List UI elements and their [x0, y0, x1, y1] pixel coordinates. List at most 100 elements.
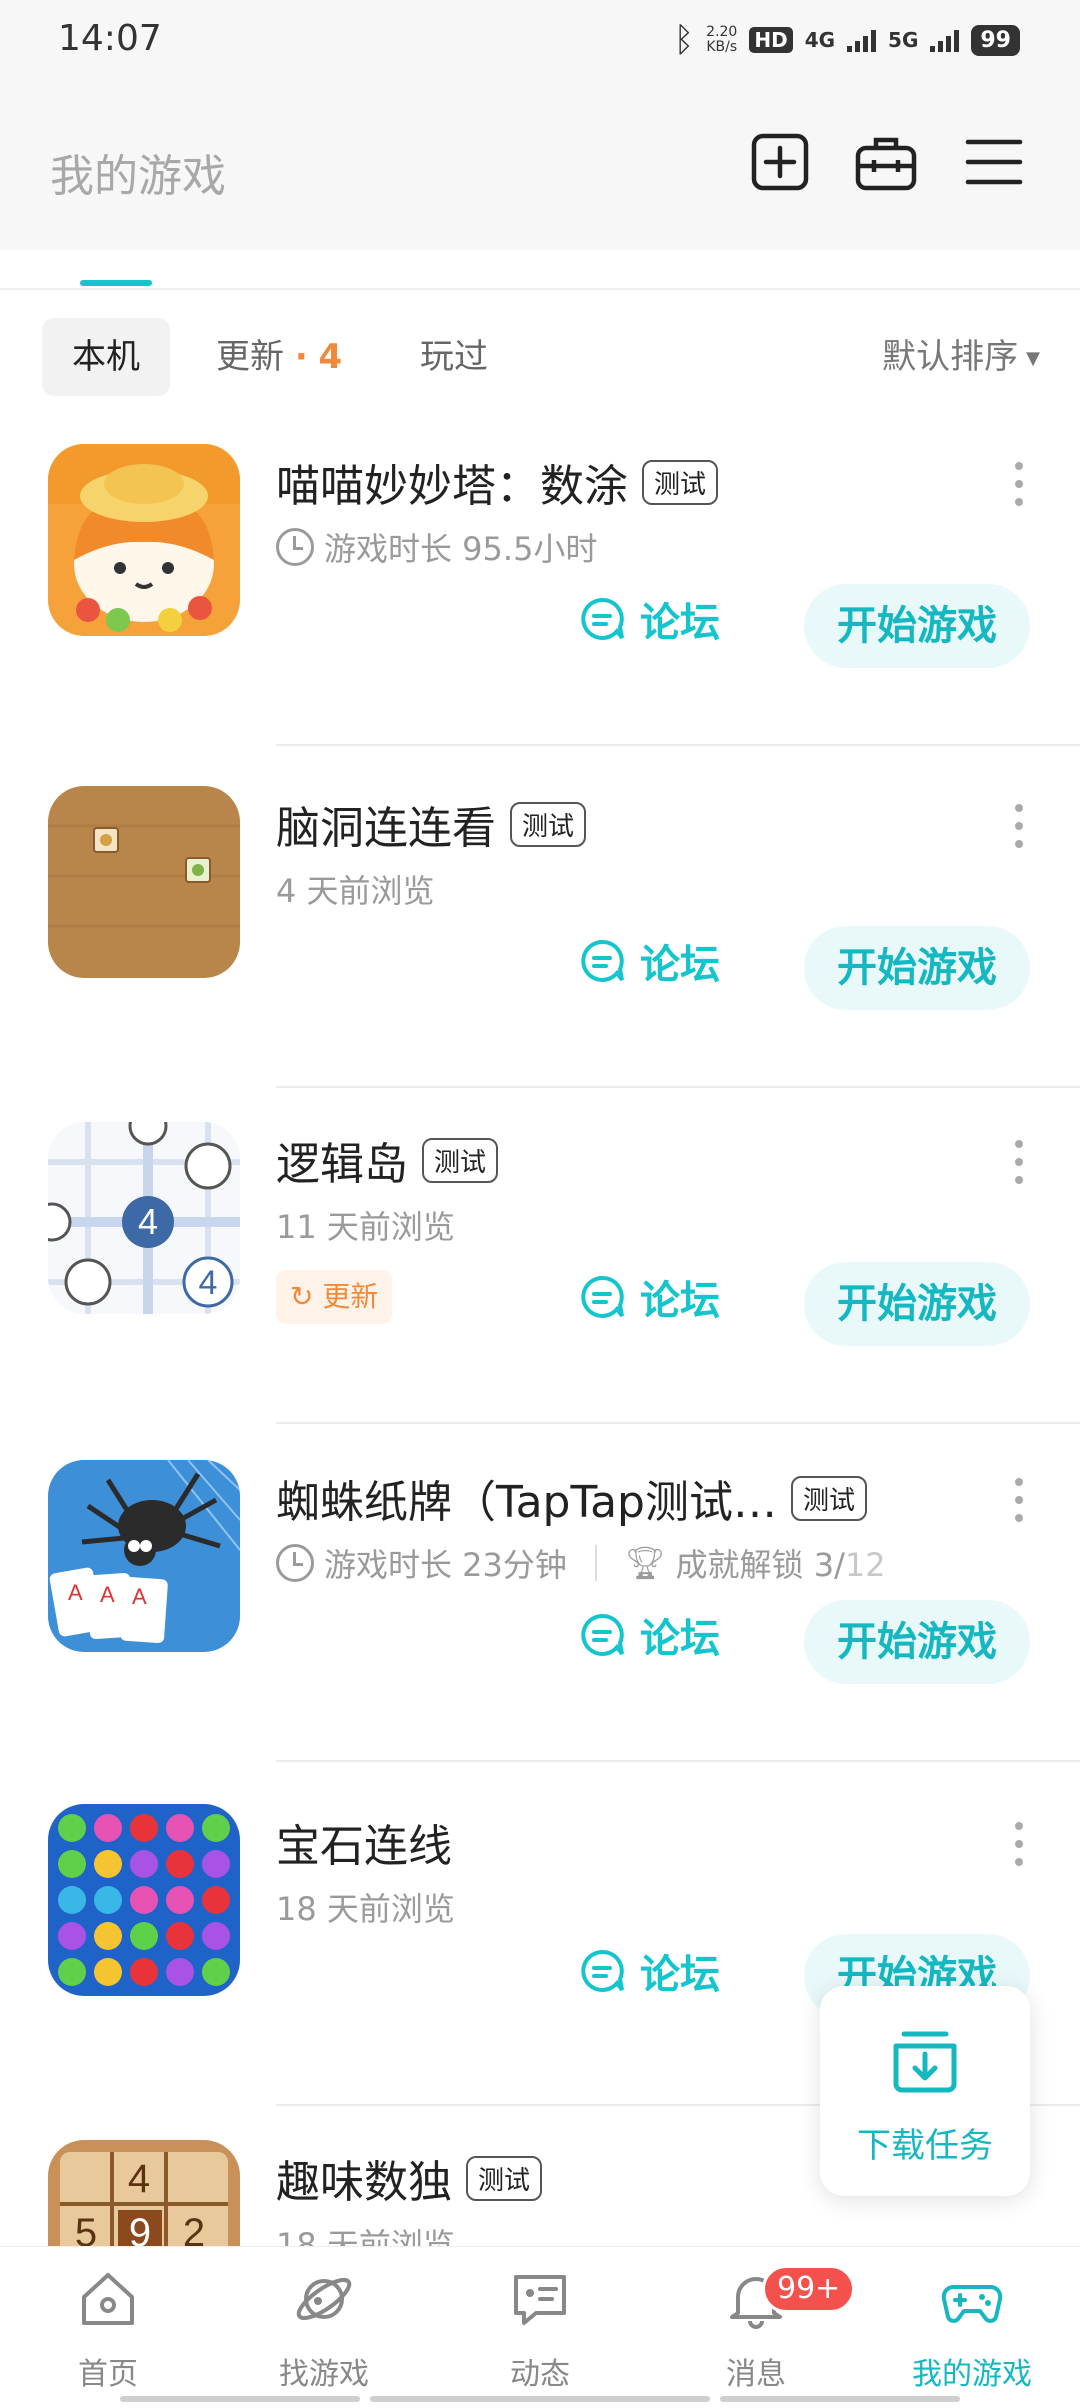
row-divider	[276, 1422, 1080, 1424]
svg-text:A: A	[100, 1582, 115, 1607]
sort-dropdown[interactable]: 默认排序 ▼	[882, 318, 1040, 398]
game-title[interactable]: 宝石连线	[276, 1810, 452, 1874]
game-title-row: 蜘蛛纸牌（TapTap测试… 测试	[276, 1466, 867, 1530]
playtime-label: 游戏时长 95.5小时	[324, 530, 598, 568]
more-options-icon[interactable]	[1014, 462, 1024, 506]
game-icon-gem-link[interactable]	[48, 1804, 240, 1996]
update-tag-label: 更新	[322, 1280, 379, 1313]
nav-feed[interactable]: 动态	[432, 2247, 648, 2408]
filter-local[interactable]: 本机	[42, 318, 170, 396]
triangle-down-icon: ▼	[1026, 347, 1040, 369]
gesture-bar	[120, 2396, 360, 2402]
download-icon	[893, 2031, 957, 2093]
game-title[interactable]: 逻辑岛	[276, 1128, 408, 1192]
header-divider	[0, 288, 1080, 290]
achievement-label: 成就解锁 3/12	[675, 1546, 886, 1584]
row-divider	[276, 744, 1080, 746]
svg-text:4: 4	[138, 1201, 158, 1242]
home-icon	[82, 2273, 134, 2325]
game-meta: 18 天前浏览	[276, 1884, 455, 1930]
svg-text:A: A	[132, 1584, 147, 1609]
svg-text:5: 5	[75, 2211, 97, 2246]
forum-icon	[581, 597, 624, 640]
download-task-label: 下载任务	[857, 2126, 993, 2166]
nav-discover[interactable]: 找游戏	[216, 2247, 432, 2408]
game-title[interactable]: 蜘蛛纸牌（TapTap测试…	[276, 1466, 777, 1530]
game-title-row: 逻辑岛 测试	[276, 1128, 499, 1192]
play-button[interactable]: 开始游戏	[804, 584, 1030, 668]
toolbox-icon[interactable]	[854, 130, 918, 194]
trophy-icon: 🏆︎	[624, 1544, 666, 1582]
game-icon-meow-tower[interactable]	[48, 444, 240, 636]
forum-label: 论坛	[640, 1952, 720, 1998]
test-badge: 测试	[642, 459, 719, 505]
nav-messages[interactable]: 99+ 消息	[648, 2247, 864, 2408]
nav-home[interactable]: 首页	[0, 2247, 216, 2408]
list-item[interactable]: A A A 蜘蛛纸牌（TapTap测试… 测试 游戏时长 23分钟 🏆︎ 成就解…	[0, 1460, 1080, 1796]
svg-text:9: 9	[129, 2211, 151, 2246]
more-options-icon[interactable]	[1014, 804, 1024, 848]
svg-text:4: 4	[128, 2157, 150, 2201]
game-icon-fun-sudoku[interactable]: 4 5 9 2	[48, 2140, 240, 2246]
page-title: 我的游戏	[50, 151, 226, 202]
play-button[interactable]: 开始游戏	[804, 1262, 1030, 1346]
status-icons: ᛒ 2.20 KB/s HD 4G 5G 99	[674, 20, 1020, 60]
signal-icon	[847, 28, 877, 52]
game-meta: 游戏时长 23分钟 🏆︎ 成就解锁 3/12	[276, 1540, 886, 1586]
forum-icon	[581, 1949, 624, 1992]
network-speed: 2.20 KB/s	[706, 24, 738, 55]
game-meta: 11 天前浏览	[276, 1202, 455, 1248]
test-badge: 测试	[510, 801, 587, 847]
forum-button[interactable]: 论坛	[580, 932, 720, 990]
game-title[interactable]: 脑洞连连看	[276, 792, 496, 856]
svg-text:2: 2	[183, 2211, 205, 2246]
game-title-row: 喵喵妙妙塔：数涂 测试	[276, 450, 719, 514]
game-title-row: 脑洞连连看 测试	[276, 792, 587, 856]
filter-update-count: 4	[318, 337, 343, 377]
last-viewed-label: 11 天前浏览	[276, 1208, 455, 1246]
play-button[interactable]: 开始游戏	[804, 1600, 1030, 1684]
header: 我的游戏	[0, 80, 1080, 250]
forum-label: 论坛	[640, 600, 720, 646]
bluetooth-icon: ᛒ	[673, 20, 695, 60]
clock-icon	[276, 1544, 314, 1582]
playtime-label: 游戏时长 23分钟	[324, 1546, 567, 1584]
forum-button[interactable]: 论坛	[580, 590, 720, 648]
list-item[interactable]: 脑洞连连看 测试 4 天前浏览 论坛 开始游戏	[0, 786, 1080, 1122]
feed-icon	[514, 2275, 566, 2325]
filter-played[interactable]: 玩过	[420, 318, 488, 396]
more-options-icon[interactable]	[1014, 1478, 1024, 1522]
forum-button[interactable]: 论坛	[580, 1268, 720, 1326]
forum-label: 论坛	[640, 1616, 720, 1662]
add-game-icon[interactable]	[748, 130, 812, 194]
list-item[interactable]: 4 4 逻辑岛 测试 11 天前浏览 ↻ 更新 论坛 开始游戏	[0, 1122, 1080, 1458]
signal-icon-2	[930, 28, 960, 52]
clock-icon	[276, 528, 314, 566]
gesture-bar	[370, 2396, 710, 2402]
nav-feed-label: 动态	[510, 2357, 570, 2392]
menu-icon[interactable]	[962, 130, 1026, 194]
messages-badge: 99+	[762, 2265, 856, 2313]
download-task-button[interactable]: 下载任务	[820, 1986, 1030, 2196]
more-options-icon[interactable]	[1014, 1140, 1024, 1184]
play-button[interactable]: 开始游戏	[804, 926, 1030, 1010]
nav-discover-label: 找游戏	[279, 2357, 369, 2392]
game-icon-brain-link[interactable]	[48, 786, 240, 978]
row-divider	[276, 1086, 1080, 1088]
list-item[interactable]: 喵喵妙妙塔：数涂 测试 游戏时长 95.5小时 论坛 开始游戏	[0, 444, 1080, 780]
forum-button[interactable]: 论坛	[580, 1942, 720, 2000]
filter-update[interactable]: 更新 · 4	[216, 318, 342, 396]
game-title[interactable]: 喵喵妙妙塔：数涂	[276, 450, 628, 514]
game-title-row: 趣味数独 测试	[276, 2146, 543, 2210]
last-viewed-label: 18 天前浏览	[276, 1890, 455, 1928]
forum-icon	[581, 939, 624, 982]
game-icon-spider-solitaire[interactable]: A A A	[48, 1460, 240, 1652]
tab-indicator	[80, 280, 152, 286]
test-badge: 测试	[790, 1475, 867, 1521]
more-options-icon[interactable]	[1014, 1822, 1024, 1866]
forum-button[interactable]: 论坛	[580, 1606, 720, 1664]
game-icon-logic-island[interactable]: 4 4	[48, 1122, 240, 1314]
update-tag[interactable]: ↻ 更新	[276, 1270, 393, 1324]
game-title[interactable]: 趣味数独	[276, 2146, 452, 2210]
nav-my-games[interactable]: 我的游戏	[864, 2247, 1080, 2408]
